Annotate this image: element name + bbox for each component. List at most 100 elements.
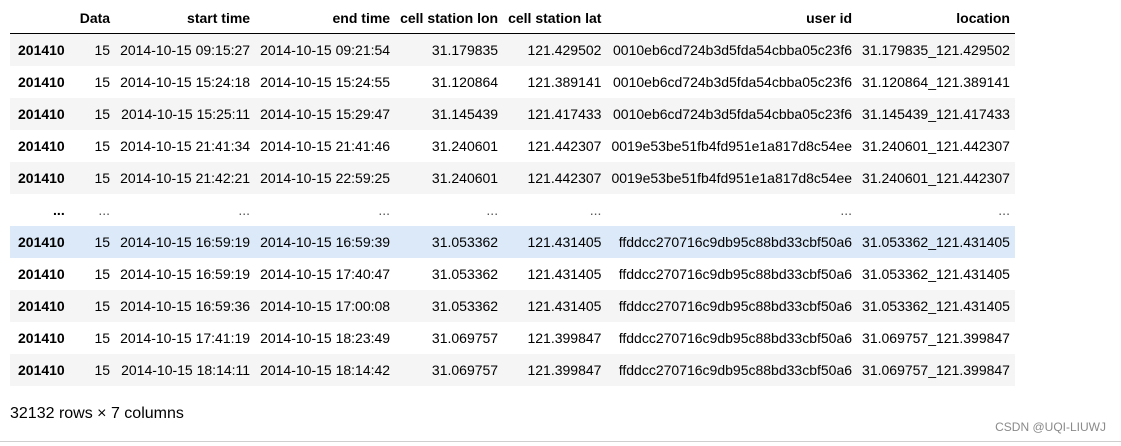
column-header: end time [255, 2, 396, 34]
table-cell: ... [238, 202, 251, 218]
column-header: cell station lat [503, 2, 607, 34]
table-cell: ... [378, 202, 391, 218]
row-index: 201410 [18, 330, 65, 346]
table-cell: 2014-10-15 15:24:18 [120, 74, 251, 90]
table-cell: 31.240601_121.442307 [862, 170, 1010, 186]
table-cell: ffddcc270716c9db95c88bd33cbf50a6 [618, 234, 853, 250]
watermark-text: CSDN @UQI-LIUWJ [995, 420, 1106, 434]
table-cell: 2014-10-15 15:29:47 [260, 106, 391, 122]
table-cell: 31.120864_121.389141 [862, 74, 1010, 90]
table-header: Data start time end time cell station lon ce… [10, 2, 1015, 34]
row-index: ... [53, 202, 65, 218]
column-header: cell station lon [395, 2, 504, 34]
table-cell: 31.053362_121.431405 [862, 234, 1010, 250]
header-row: Data start time end time cell station lon ce… [10, 2, 1015, 34]
table-cell: 2014-10-15 18:14:11 [121, 362, 251, 378]
column-header: location [857, 2, 1015, 34]
column-header: Data [74, 2, 116, 34]
table-cell: 15 [94, 234, 111, 250]
table-cell: ... [589, 202, 602, 218]
notebook-output: Data start time end time cell station lon ce… [0, 0, 1121, 446]
ellipsis-row: ........................ [10, 194, 1015, 226]
table-cell: 31.179835 [431, 42, 499, 58]
table-cell: 31.053362 [431, 234, 499, 250]
table-cell: 31.053362_121.431405 [862, 266, 1010, 282]
table-cell: 2014-10-15 17:40:47 [260, 266, 391, 282]
table-cell: 31.240601_121.442307 [862, 138, 1010, 154]
table-cell: 15 [94, 266, 111, 282]
table-cell: 121.417433 [527, 106, 602, 122]
table-cell: ... [98, 202, 111, 218]
table-cell: 2014-10-15 17:00:08 [260, 298, 391, 314]
table-cell: ffddcc270716c9db95c88bd33cbf50a6 [618, 266, 853, 282]
table-cell: 31.120864 [431, 74, 499, 90]
table-row: 201410 15 2014-10-15 17:41:19 2014-10-15 18… [10, 322, 1015, 354]
table-cell: 121.399847 [527, 330, 602, 346]
column-header: user id [606, 2, 858, 34]
bottom-divider [0, 441, 1121, 442]
table-cell: ... [998, 202, 1010, 218]
table-row: 201410 15 2014-10-15 15:24:18 2014-10-15 15… [10, 66, 1015, 98]
table-cell: 31.145439_121.417433 [862, 106, 1010, 122]
table-cell: 2014-10-15 18:14:42 [260, 362, 391, 378]
table-cell: 2014-10-15 17:41:19 [120, 330, 251, 346]
row-index: 201410 [18, 42, 65, 58]
table-cell: 15 [94, 298, 111, 314]
row-index: 201410 [18, 266, 65, 282]
table-cell: 2014-10-15 21:41:46 [260, 138, 391, 154]
dataframe-table: Data start time end time cell station lon ce… [10, 2, 1015, 386]
table-cell: 31.053362_121.431405 [862, 298, 1010, 314]
table-cell: 15 [94, 106, 111, 122]
table-cell: 2014-10-15 18:23:49 [260, 330, 391, 346]
table-cell: 31.069757_121.399847 [862, 330, 1010, 346]
table-cell: 15 [94, 138, 111, 154]
table-cell: ... [840, 202, 853, 218]
table-cell: ... [486, 202, 499, 218]
column-header: start time [115, 2, 256, 34]
table-cell: 31.069757 [431, 330, 499, 346]
table-cell: 121.429502 [527, 42, 602, 58]
table-cell: 31.179835_121.429502 [862, 42, 1010, 58]
table-cell: 31.069757_121.399847 [862, 362, 1010, 378]
table-cell: 15 [94, 330, 111, 346]
table-cell: 2014-10-15 09:21:54 [260, 42, 391, 58]
table-cell: 121.431405 [527, 266, 602, 282]
table-cell: 31.145439 [431, 106, 499, 122]
table-row: 201410 15 2014-10-15 18:14:11 2014-10-15 18… [10, 354, 1015, 386]
table-cell: ffddcc270716c9db95c88bd33cbf50a6 [618, 298, 853, 314]
table-cell: 2014-10-15 21:42:21 [120, 170, 251, 186]
table-cell: 2014-10-15 21:41:34 [120, 138, 251, 154]
table-row: 201410 15 2014-10-15 21:42:21 2014-10-15 22… [10, 162, 1015, 194]
table-cell: 121.442307 [527, 170, 602, 186]
table-cell: 0010eb6cd724b3d5fda54cbba05c23f6 [613, 106, 853, 122]
table-row: 201410 15 2014-10-15 09:15:27 2014-10-15 09… [10, 33, 1015, 66]
table-body: 201410 15 2014-10-15 09:15:27 2014-10-15 09… [10, 33, 1015, 386]
row-index: 201410 [18, 234, 65, 250]
table-row: 201410 15 2014-10-15 16:59:19 2014-10-15 16… [10, 226, 1015, 258]
table-cell: 2014-10-15 09:15:27 [120, 42, 251, 58]
table-cell: 121.431405 [527, 298, 602, 314]
table-row: 201410 15 2014-10-15 16:59:36 2014-10-15 17… [10, 290, 1015, 322]
table-cell: 31.240601 [431, 170, 499, 186]
table-cell: 31.240601 [431, 138, 499, 154]
row-index: 201410 [18, 362, 65, 378]
table-cell: 0010eb6cd724b3d5fda54cbba05c23f6 [613, 42, 853, 58]
table-cell: 15 [94, 170, 111, 186]
table-cell: 2014-10-15 16:59:39 [260, 234, 391, 250]
table-cell: 2014-10-15 16:59:36 [120, 298, 251, 314]
table-cell: 0019e53be51fb4fd951e1a817d8c54ee [611, 170, 853, 186]
table-cell: ffddcc270716c9db95c88bd33cbf50a6 [618, 362, 853, 378]
table-cell: 15 [94, 42, 111, 58]
index-header [10, 2, 75, 34]
table-cell: 121.399847 [527, 362, 602, 378]
table-cell: 2014-10-15 16:59:19 [120, 234, 251, 250]
table-cell: 15 [94, 362, 111, 378]
table-cell: 31.053362 [431, 266, 499, 282]
table-cell: 121.389141 [527, 74, 602, 90]
row-index: 201410 [18, 138, 65, 154]
shape-summary: 32132 rows × 7 columns [10, 405, 184, 422]
table-cell: 0010eb6cd724b3d5fda54cbba05c23f6 [613, 74, 853, 90]
table-cell: 31.053362 [431, 298, 499, 314]
table-cell: 2014-10-15 16:59:19 [120, 266, 251, 282]
table-row: 201410 15 2014-10-15 16:59:19 2014-10-15 17… [10, 258, 1015, 290]
